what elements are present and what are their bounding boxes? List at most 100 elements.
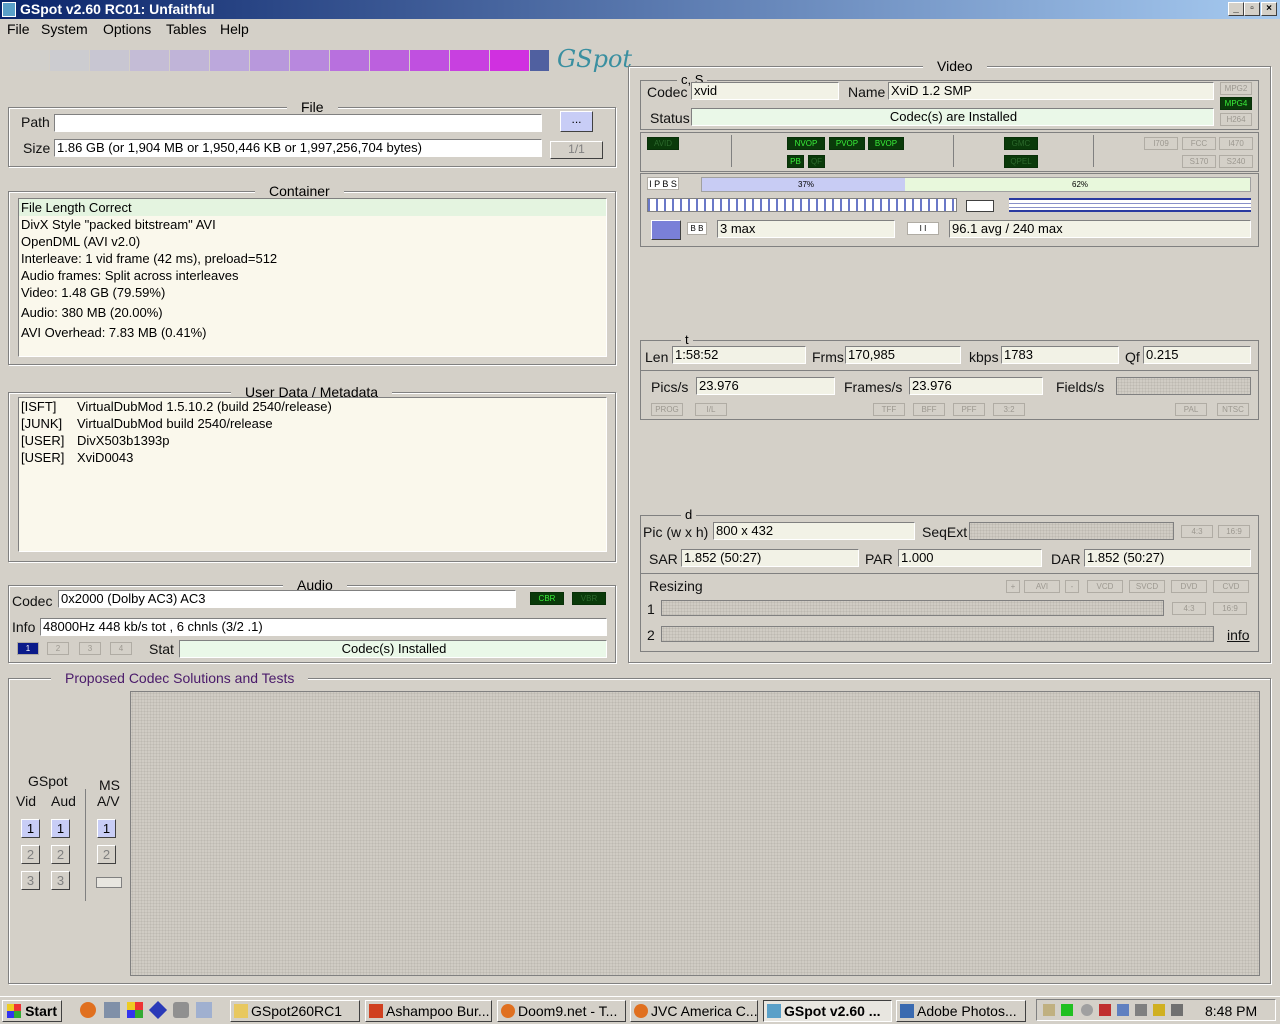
frames-field: 23.976 bbox=[909, 377, 1043, 395]
tray-icon-8[interactable] bbox=[1171, 1004, 1183, 1016]
task-label: GSpot v2.60 ... bbox=[784, 1003, 881, 1019]
resize-16-9-tag: 16:9 bbox=[1213, 602, 1247, 615]
speaker-icon[interactable] bbox=[1043, 1004, 1055, 1016]
resize-dvd-button[interactable]: DVD bbox=[1171, 580, 1207, 593]
resize-plus-button[interactable]: + bbox=[1006, 580, 1020, 593]
menu-options[interactable]: Options bbox=[103, 21, 151, 37]
table-row: [USER] DivX503b1393p bbox=[19, 432, 606, 449]
windows-icon[interactable] bbox=[127, 1002, 143, 1018]
minimize-button[interactable]: _ bbox=[1228, 2, 1244, 16]
timing-box: t Len 1:58:52 Frms 170,985 kbps 1783 Qf … bbox=[640, 332, 1259, 420]
list-item: Audio: 380 MB (20.00%) bbox=[21, 305, 163, 320]
green-status-icon[interactable] bbox=[1061, 1004, 1073, 1016]
ms-2-button[interactable]: 2 bbox=[97, 845, 116, 864]
path-field[interactable] bbox=[54, 114, 542, 132]
gear-icon[interactable] bbox=[173, 1002, 189, 1018]
video-name-label: Name bbox=[848, 84, 886, 100]
browse-button[interactable]: ... bbox=[560, 111, 593, 132]
mpg4-tag: MPG4 bbox=[1220, 97, 1252, 110]
folder-icon bbox=[234, 1004, 248, 1018]
mpg2-tag: MPG2 bbox=[1220, 82, 1252, 95]
aud-1-button[interactable]: 1 bbox=[51, 819, 70, 838]
frames-label: Frames/s bbox=[844, 379, 903, 395]
color-strip bbox=[10, 50, 551, 71]
resize-row-1-field bbox=[661, 600, 1164, 616]
app-icon[interactable] bbox=[2, 2, 16, 17]
audio-stream-4-button[interactable]: 4 bbox=[110, 642, 132, 655]
table-row: [USER] XviD0043 bbox=[19, 449, 606, 466]
resize-cvd-button[interactable]: CVD bbox=[1213, 580, 1249, 593]
vid-label: Vid bbox=[16, 793, 36, 809]
task-gspot[interactable]: GSpot v2.60 ... bbox=[763, 1000, 892, 1022]
menu-file[interactable]: File bbox=[7, 21, 30, 37]
task-gspot-folder[interactable]: GSpot260RC1 bbox=[230, 1000, 360, 1022]
ms-1-button[interactable]: 1 bbox=[97, 819, 116, 838]
task-label: JVC America C... bbox=[651, 1003, 758, 1019]
task-photoshop[interactable]: Adobe Photos... bbox=[896, 1000, 1026, 1022]
resize-vcd-button[interactable]: VCD bbox=[1087, 580, 1123, 593]
task-jvc[interactable]: JVC America C... bbox=[630, 1000, 758, 1022]
audio-stream-1-button[interactable]: 1 bbox=[17, 642, 39, 655]
menu-help[interactable]: Help bbox=[220, 21, 249, 37]
lightning-icon[interactable] bbox=[1153, 1004, 1165, 1016]
list-item: AVI Overhead: 7.83 MB (0.41%) bbox=[21, 325, 207, 340]
resize-4-3-tag: 4:3 bbox=[1172, 602, 1206, 615]
cs-box: c, S Codec xvid Name XviD 1.2 SMP Status… bbox=[640, 72, 1259, 130]
fcc-flag: FCC bbox=[1182, 137, 1216, 150]
windows-logo-icon bbox=[7, 1004, 21, 1018]
menu-tables[interactable]: Tables bbox=[166, 21, 206, 37]
task-doom9[interactable]: Doom9.net - T... bbox=[497, 1000, 626, 1022]
clock: 8:48 PM bbox=[1205, 1003, 1258, 1019]
audio-stream-3-button[interactable]: 3 bbox=[79, 642, 101, 655]
tray-icon-6[interactable] bbox=[1135, 1004, 1147, 1016]
task-ashampoo[interactable]: Ashampoo Bur... bbox=[365, 1000, 492, 1022]
menu-system[interactable]: System bbox=[41, 21, 88, 37]
audio-stat-label: Stat bbox=[149, 641, 174, 657]
close-button[interactable]: × bbox=[1261, 2, 1277, 16]
page-indicator[interactable]: 1/1 bbox=[550, 141, 603, 159]
vid-2-button[interactable]: 2 bbox=[21, 845, 40, 864]
audio-stream-2-button[interactable]: 2 bbox=[47, 642, 69, 655]
tray-icon-4[interactable] bbox=[1099, 1004, 1111, 1016]
copy-icon[interactable] bbox=[196, 1002, 212, 1018]
audio-group: Audio Codec 0x2000 (Dolby AC3) AC3 CBR V… bbox=[8, 577, 616, 663]
arrow-icon[interactable] bbox=[966, 200, 994, 212]
aud-2-button[interactable]: 2 bbox=[51, 845, 70, 864]
resize-svcd-button[interactable]: SVCD bbox=[1129, 580, 1165, 593]
start-button[interactable]: Start bbox=[2, 1000, 62, 1022]
resize-minus-button[interactable]: - bbox=[1065, 580, 1079, 593]
solutions-panel[interactable] bbox=[130, 691, 1260, 976]
tray-icon-5[interactable] bbox=[1117, 1004, 1129, 1016]
rate-icon: I I bbox=[907, 222, 939, 235]
info-link[interactable]: info bbox=[1227, 627, 1250, 643]
userdata-value: VirtualDubMod build 2540/release bbox=[77, 416, 273, 431]
nvop-flag: NVOP bbox=[787, 137, 825, 150]
i470-flag: I470 bbox=[1219, 137, 1253, 150]
diamond-icon[interactable] bbox=[148, 1000, 168, 1020]
container-list[interactable]: File Length Correct DivX Style "packed b… bbox=[18, 198, 607, 357]
menu-bar: File System Options Tables Help bbox=[0, 19, 1280, 39]
firefox-icon[interactable] bbox=[80, 1002, 96, 1018]
vid-1-button[interactable]: 1 bbox=[21, 819, 40, 838]
aud-3-button[interactable]: 3 bbox=[51, 871, 70, 890]
maximize-button[interactable]: ▫ bbox=[1244, 2, 1260, 16]
network-icon[interactable] bbox=[104, 1002, 120, 1018]
qf-flag: QF bbox=[808, 155, 825, 168]
graph-toggle-icon[interactable] bbox=[651, 220, 681, 240]
resize-row-2-field bbox=[661, 626, 1214, 642]
userdata-value: XviD0043 bbox=[77, 450, 134, 465]
t-label: t bbox=[681, 332, 693, 347]
par-field: 1.000 bbox=[898, 549, 1042, 567]
s240-flag: S240 bbox=[1219, 155, 1253, 168]
av-label: A/V bbox=[97, 793, 120, 809]
userdata-list[interactable]: [ISFT] VirtualDubMod 1.5.10.2 (build 2540… bbox=[18, 397, 607, 552]
vid-3-button[interactable]: 3 bbox=[21, 871, 40, 890]
tray-icon-3[interactable] bbox=[1081, 1004, 1093, 1016]
pct-right: 62% bbox=[1072, 180, 1089, 189]
userdata-tag: [ISFT] bbox=[21, 399, 57, 414]
gspot-icon bbox=[767, 1004, 781, 1018]
frame-stats-box: I P B S 37% 62% B B 3 max I I 96.1 avg /… bbox=[640, 173, 1259, 247]
userdata-value: VirtualDubMod 1.5.10.2 (build 2540/relea… bbox=[77, 399, 332, 414]
userdata-group: User Data / Metadata [ISFT] VirtualDubMod… bbox=[8, 384, 616, 562]
resize-avi-button[interactable]: AVI bbox=[1024, 580, 1060, 593]
